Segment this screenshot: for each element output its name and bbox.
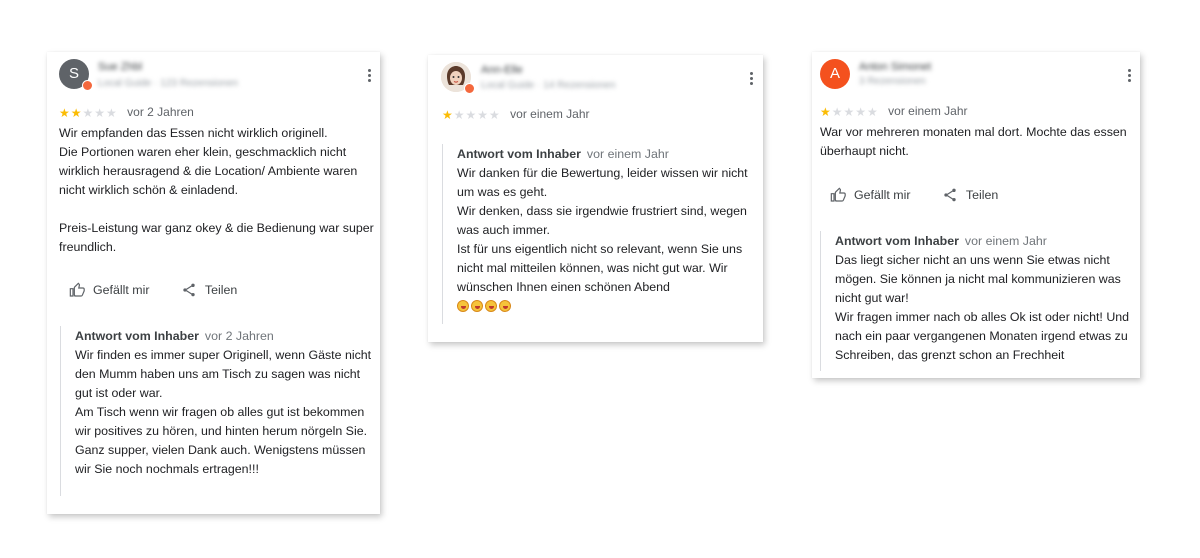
like-button[interactable]: Gefällt mir [69, 282, 149, 298]
owner-reply-time: vor 2 Jahren [204, 329, 274, 343]
review-card: S Sue Zhbl Local Guide · 123 Rezensionen… [47, 52, 380, 514]
owner-reply-title: Antwort vom Inhaber [75, 329, 199, 343]
more-options-icon[interactable] [368, 69, 372, 83]
emoji-row [457, 297, 752, 316]
reviewer-subtitle[interactable]: 3 Rezensionen [859, 76, 926, 87]
review-actions: Gefällt mir Teilen [69, 282, 237, 301]
avatar-letter: A [829, 65, 840, 82]
reviewer-name[interactable]: Sue Zhbl [98, 61, 142, 73]
review-text: War vor mehreren monaten mal dort. Mocht… [820, 125, 1127, 158]
more-options-icon[interactable] [1128, 69, 1132, 83]
share-label: Teilen [965, 188, 999, 202]
review-time: vor einem Jahr [510, 107, 590, 121]
avatar[interactable]: S [59, 59, 93, 91]
local-guide-badge-icon [82, 80, 93, 91]
owner-reply-time: vor einem Jahr [964, 234, 1047, 248]
like-label: Gefällt mir [854, 188, 911, 202]
owner-reply-time: vor einem Jahr [586, 147, 669, 161]
star-rating: ★★★★★ [820, 105, 879, 119]
tongue-emoji-icon [471, 300, 483, 312]
share-button[interactable]: Teilen [942, 187, 998, 203]
owner-reply-text: Das liegt sicher nicht an uns wenn Sie e… [835, 253, 1130, 362]
review-time: vor einem Jahr [888, 104, 968, 118]
rating-row: ★★★★★ vor einem Jahr [442, 107, 590, 122]
review-actions: Gefällt mir Teilen [830, 187, 998, 206]
share-button[interactable]: Teilen [181, 282, 237, 298]
rating-row: ★★★★★ vor 2 Jahren [59, 105, 194, 120]
reviewer-name[interactable]: Ann-Elle [481, 64, 523, 76]
avatar[interactable]: A [820, 59, 850, 89]
share-icon [944, 188, 956, 202]
like-button[interactable]: Gefällt mir [830, 187, 910, 203]
star-rating: ★★★★★ [59, 106, 118, 120]
tongue-emoji-icon [499, 300, 511, 312]
tongue-emoji-icon [457, 300, 469, 312]
owner-reply: Antwort vom Inhaber vor einem Jahr Das li… [820, 231, 1134, 371]
avatar[interactable] [441, 62, 475, 94]
owner-reply-title: Antwort vom Inhaber [457, 147, 581, 161]
review-time: vor 2 Jahren [127, 105, 194, 119]
reviewer-name[interactable]: Anton Simonet [859, 61, 931, 73]
review-text: Wir empfanden das Essen nicht wirklich o… [59, 126, 374, 254]
thumbs-up-icon [69, 282, 85, 297]
owner-reply: Antwort vom Inhaber vor einem Jahr Wir da… [442, 144, 752, 324]
tongue-emoji-icon [485, 300, 497, 312]
rating-row: ★★★★★ vor einem Jahr [820, 104, 968, 119]
like-label: Gefällt mir [93, 283, 150, 297]
share-label: Teilen [204, 283, 238, 297]
avatar-letter: S [68, 65, 79, 82]
reviewer-subtitle[interactable]: Local Guide · 123 Rezensionen [98, 78, 238, 89]
share-icon [183, 283, 195, 297]
review-card: Ann-Elle Local Guide · 14 Rezensionen ★★… [428, 55, 763, 342]
owner-reply: Antwort vom Inhaber vor 2 Jahren Wir find… [60, 326, 378, 496]
more-options-icon[interactable] [750, 72, 754, 86]
local-guide-badge-icon [464, 83, 475, 94]
owner-reply-text: Wir danken für die Bewertung, leider wis… [457, 166, 748, 294]
review-card: A Anton Simonet 3 Rezensionen ★★★★★ vor … [812, 52, 1140, 378]
owner-reply-title: Antwort vom Inhaber [835, 234, 959, 248]
star-rating: ★★★★★ [442, 108, 501, 122]
reviewer-subtitle[interactable]: Local Guide · 14 Rezensionen [481, 80, 616, 91]
thumbs-up-icon [830, 187, 846, 202]
owner-reply-text: Wir finden es immer super Originell, wen… [75, 348, 372, 476]
